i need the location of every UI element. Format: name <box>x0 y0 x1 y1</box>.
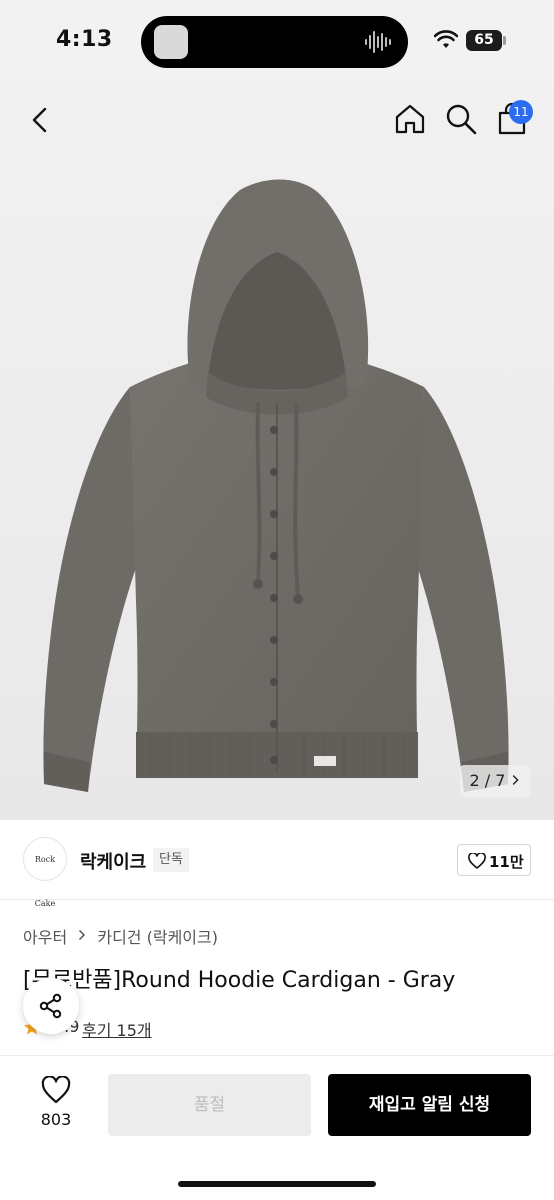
now-playing-artwork <box>154 25 188 59</box>
home-indicator[interactable] <box>178 1181 376 1187</box>
status-time: 4:13 <box>56 27 113 52</box>
breadcrumb-item-subcategory[interactable]: 카디건 (락케이크) <box>97 924 218 948</box>
wifi-icon <box>434 30 458 48</box>
product-title: [무료반품]Round Hoodie Cardigan - Gray <box>23 968 456 993</box>
heart-icon <box>468 853 486 869</box>
cart-count-badge: 11 <box>509 100 533 124</box>
bottom-action-bar: 803 품절 재입고 알림 신청 <box>0 1055 554 1200</box>
dynamic-island <box>141 16 408 68</box>
restock-alert-button[interactable]: 재입고 알림 신청 <box>328 1074 531 1136</box>
brand-logo[interactable]: Rock Cake <box>23 837 67 908</box>
audio-waveform-icon <box>365 31 391 53</box>
image-counter-text: 2 / 7 <box>469 771 506 790</box>
brand-row[interactable]: Rock Cake 락케이크 단독 11만 <box>0 820 554 908</box>
review-count-link[interactable]: 후기 15개 <box>82 1017 152 1041</box>
share-icon <box>39 993 62 1019</box>
home-icon[interactable] <box>393 102 427 136</box>
battery-indicator: 65 <box>466 30 502 51</box>
wishlist-count: 803 <box>40 1110 72 1129</box>
exclusive-badge: 단독 <box>153 848 189 872</box>
breadcrumb: 아우터 카디건 (락케이크) <box>23 924 218 948</box>
brand-like-button[interactable]: 11만 <box>457 844 531 876</box>
brand-name[interactable]: 락케이크 <box>80 848 146 874</box>
wishlist-heart-icon[interactable] <box>41 1076 71 1104</box>
status-bar: 4:13 65 <box>0 0 554 82</box>
soldout-button[interactable]: 품절 <box>108 1074 311 1136</box>
product-gallery[interactable]: 11 2 / 7 <box>0 82 554 820</box>
chevron-right-icon <box>511 765 521 797</box>
search-icon[interactable] <box>444 102 478 136</box>
back-icon[interactable] <box>24 104 56 136</box>
image-counter[interactable]: 2 / 7 <box>460 765 530 797</box>
product-image[interactable] <box>30 172 524 812</box>
breadcrumb-item-category[interactable]: 아우터 <box>23 924 67 948</box>
brand-like-count: 11만 <box>489 853 524 871</box>
share-button[interactable] <box>23 978 79 1034</box>
battery-tip <box>503 36 506 45</box>
chevron-right-icon <box>79 929 86 940</box>
